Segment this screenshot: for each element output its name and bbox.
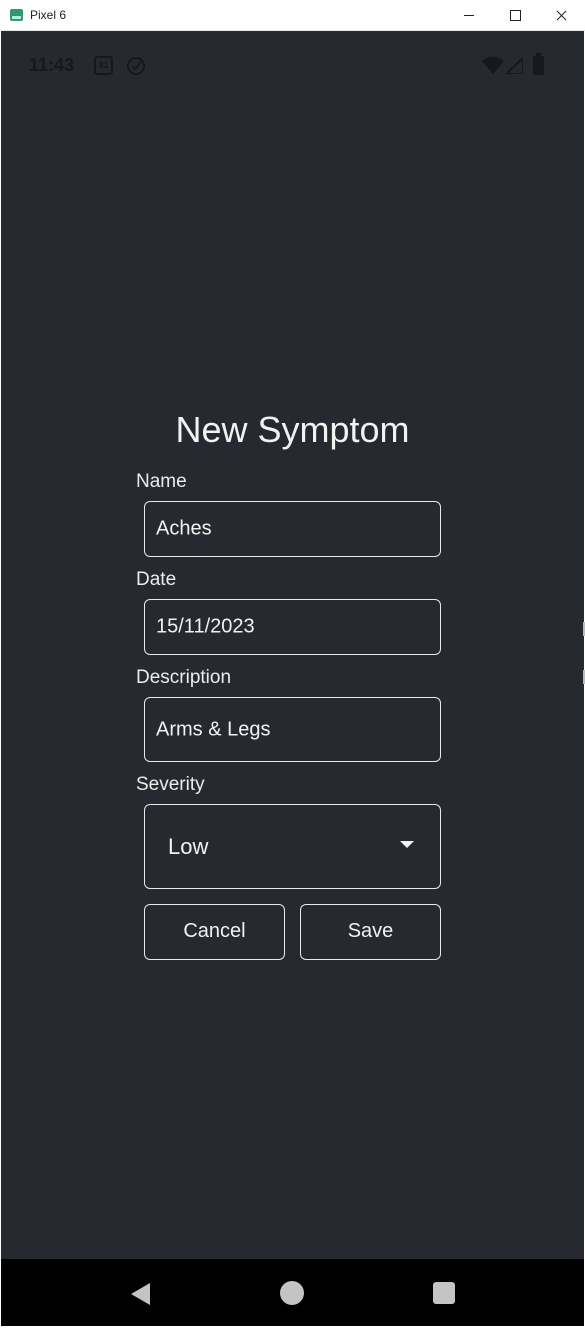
description-field[interactable]: Arms & Legs xyxy=(144,697,441,762)
name-label: Name xyxy=(136,471,187,492)
phone-screen: 11:43 31 New Symptom Name Aches Date 15/… xyxy=(1,31,585,1259)
cell-signal-icon xyxy=(506,58,523,74)
status-bar: 11:43 31 xyxy=(1,31,584,101)
maximize-button[interactable] xyxy=(492,0,538,31)
wifi-icon xyxy=(482,56,504,74)
status-clock: 11:43 xyxy=(29,55,75,75)
save-button[interactable]: Save xyxy=(300,904,441,960)
recents-icon[interactable] xyxy=(433,1282,455,1304)
name-field[interactable]: Aches xyxy=(144,501,441,557)
window-titlebar: Pixel 6 xyxy=(0,0,585,31)
battery-icon xyxy=(533,53,544,75)
dropdown-arrow-icon xyxy=(400,841,414,848)
page-title: New Symptom xyxy=(175,409,410,450)
severity-dropdown[interactable]: Low xyxy=(144,804,441,889)
cancel-button[interactable]: Cancel xyxy=(144,904,285,960)
calendar-icon: 31 xyxy=(94,56,113,75)
severity-value: Low xyxy=(168,833,209,859)
minimize-button[interactable] xyxy=(446,0,492,31)
emulator-app-icon xyxy=(10,9,23,21)
close-button[interactable] xyxy=(538,0,584,31)
back-icon[interactable] xyxy=(130,1282,152,1306)
window-title: Pixel 6 xyxy=(30,8,67,22)
description-label: Description xyxy=(136,667,232,688)
severity-label: Severity xyxy=(136,774,205,795)
date-label: Date xyxy=(136,569,177,590)
home-icon[interactable] xyxy=(280,1281,304,1305)
navigation-bar xyxy=(1,1259,584,1326)
description-value: Arms & Legs xyxy=(156,718,271,740)
date-field[interactable]: 15/11/2023 xyxy=(144,599,441,655)
date-value: 15/11/2023 xyxy=(156,615,255,638)
name-value: Aches xyxy=(156,517,212,540)
check-circle-icon xyxy=(127,57,145,75)
